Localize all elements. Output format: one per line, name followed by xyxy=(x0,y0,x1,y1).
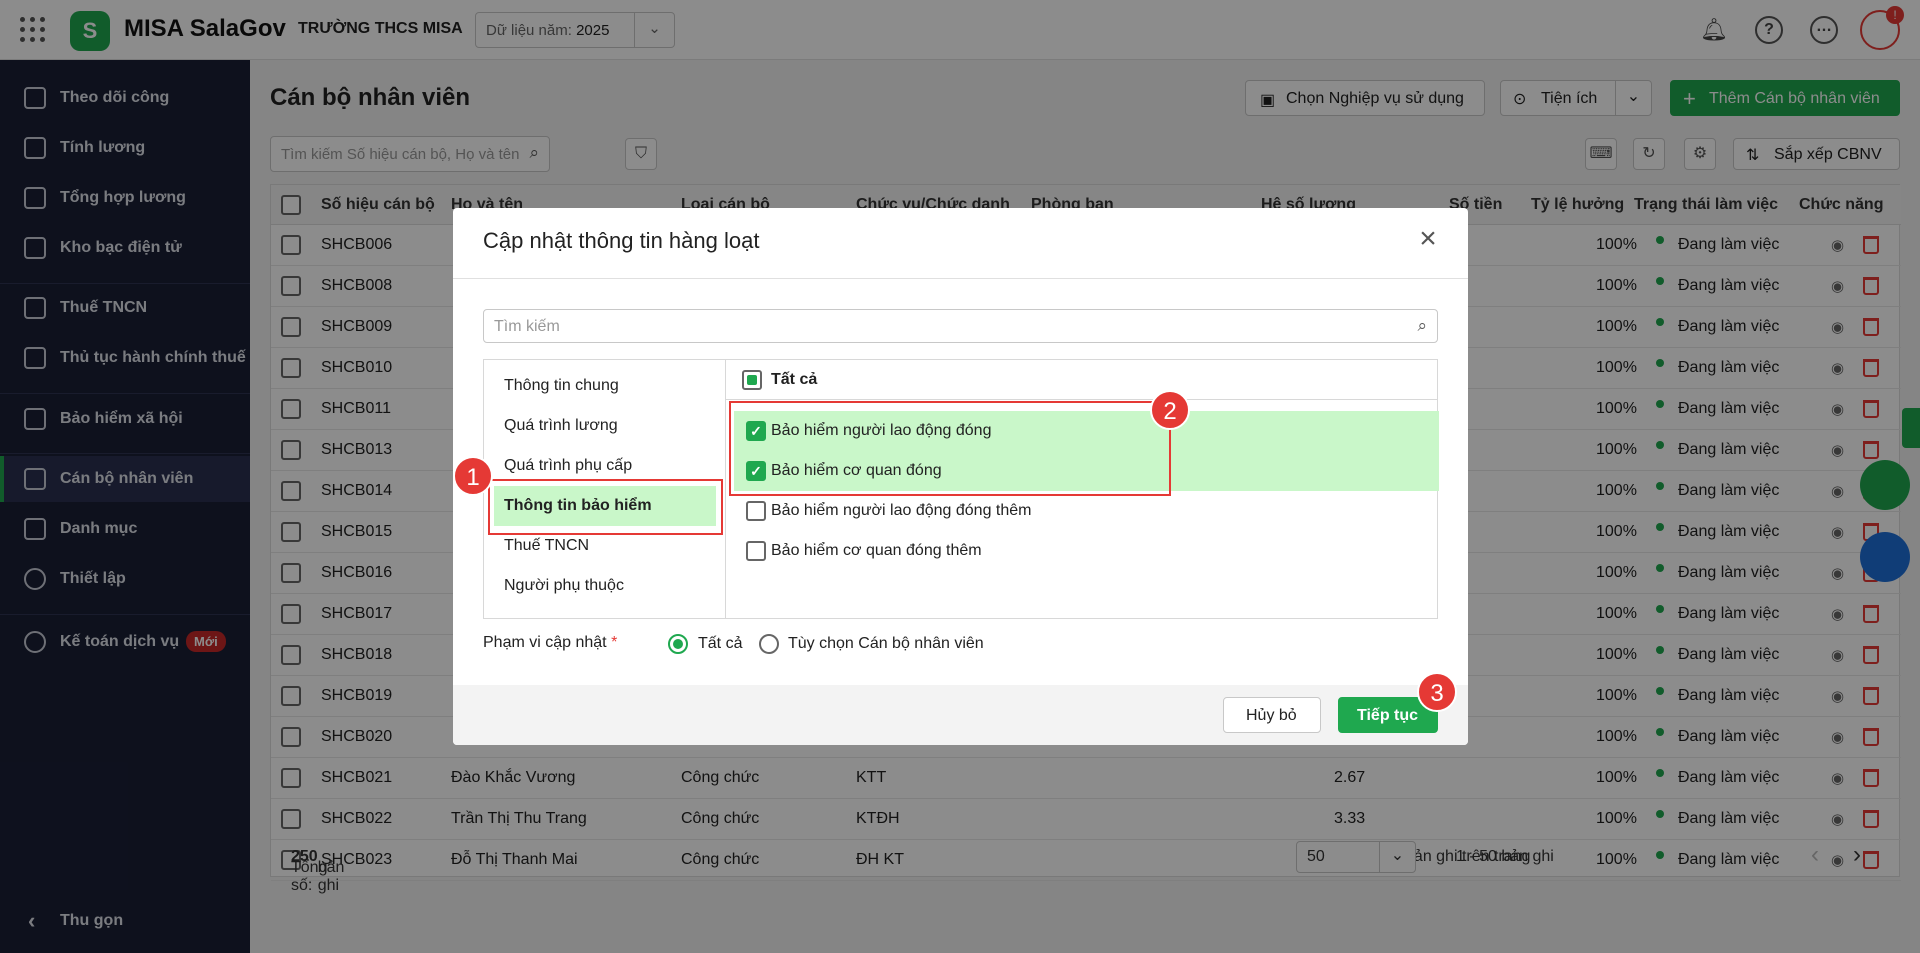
group-item[interactable]: Quá trình lương xyxy=(494,406,716,446)
scope-label: Phạm vi cập nhật xyxy=(483,634,607,651)
search-icon: ⌕ xyxy=(1417,316,1427,335)
select-all-label: Tất cả xyxy=(771,371,818,388)
option-agency-extra-insurance[interactable]: Bảo hiểm cơ quan đóng thêm xyxy=(734,531,1439,571)
option-employee-extra-insurance[interactable]: Bảo hiểm người lao động đóng thêm xyxy=(734,491,1439,531)
step-marker-2: 2 xyxy=(1150,390,1190,430)
group-item[interactable]: Người phụ thuộc xyxy=(494,566,716,606)
select-all-row[interactable]: Tất cả xyxy=(726,360,1438,400)
scope-all-label: Tất cả xyxy=(698,635,743,652)
annotation-box-2 xyxy=(729,401,1171,496)
checkbox[interactable] xyxy=(746,541,766,561)
required-mark: * xyxy=(611,634,618,651)
dialog-title: Cập nhật thông tin hàng loạt xyxy=(483,228,760,253)
group-item[interactable]: Thông tin chung xyxy=(494,366,716,406)
cancel-button[interactable]: Hủy bỏ xyxy=(1223,697,1321,733)
annotation-box-1 xyxy=(488,479,723,535)
update-scope: Phạm vi cập nhật * Tất cả Tùy chọn Cán b… xyxy=(483,634,984,654)
scope-custom-label: Tùy chọn Cán bộ nhân viên xyxy=(788,635,984,652)
scope-custom-radio[interactable] xyxy=(759,634,779,654)
select-all-checkbox[interactable] xyxy=(742,370,762,390)
scope-all-radio[interactable] xyxy=(668,634,688,654)
checkbox[interactable] xyxy=(746,501,766,521)
step-marker-1: 1 xyxy=(453,456,493,496)
close-icon[interactable]: × xyxy=(1413,224,1443,254)
step-marker-3: 3 xyxy=(1417,672,1457,712)
dialog-search-input[interactable]: Tìm kiếm ⌕ xyxy=(483,309,1438,343)
dialog-footer: Hủy bỏ Tiếp tục xyxy=(453,685,1468,745)
